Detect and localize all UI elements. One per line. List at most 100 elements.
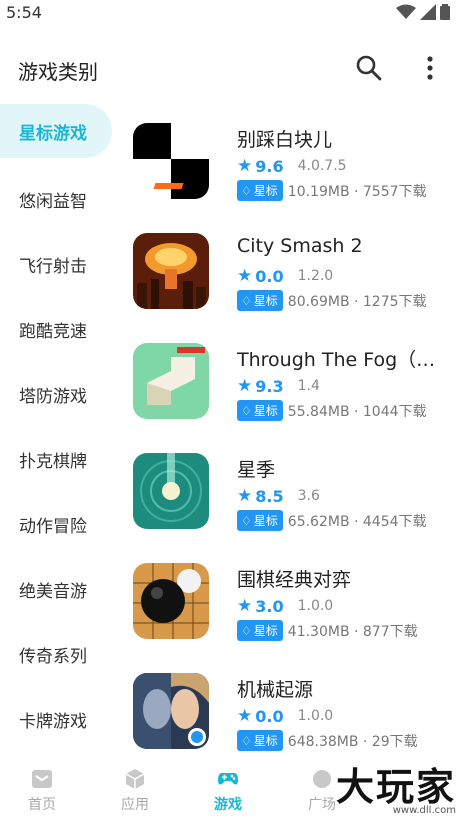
more-options-button[interactable]: [418, 54, 442, 82]
diamond-icon: ♢: [241, 623, 252, 638]
home-icon: [32, 770, 52, 788]
starred-badge: ♢ 星标: [237, 180, 283, 201]
tab-label: 广场: [308, 797, 336, 813]
badge-label: 星标: [253, 624, 278, 638]
app-meta: ♢ 星标 41.30MB · 877下载: [237, 620, 418, 641]
sidebar-item-music[interactable]: 绝美音游: [0, 559, 120, 624]
star-season-icon[interactable]: [133, 453, 209, 529]
sidebar-item-label: 动作冒险: [19, 517, 87, 537]
plaza-icon: [313, 770, 331, 788]
list-item[interactable]: 星季 ★ 8.5 3.6 ♢ 星标 65.62MB · 4454下载: [122, 441, 458, 551]
app-version: 1.0.0: [297, 708, 334, 724]
diamond-icon: ♢: [241, 513, 252, 528]
sidebar-item-label: 悠闲益智: [19, 192, 87, 212]
diamond-icon: ♢: [241, 183, 252, 198]
status-time: 5:54: [6, 3, 42, 22]
list-item[interactable]: 机械起源 ★ 0.0 1.0.0 ♢ 星标 648.38MB · 29下载: [122, 661, 458, 771]
app-list: 别踩白块儿 ★ 9.6 4.0.7.5 ♢ 星标 10.19MB · 7557下载 Ci…: [122, 111, 458, 771]
tab-home[interactable]: 首页: [2, 768, 82, 814]
sidebar-item-label: 跑酷竞速: [19, 322, 87, 342]
app-score: 8.5: [255, 486, 284, 506]
list-item[interactable]: 别踩白块儿 ★ 9.6 4.0.7.5 ♢ 星标 10.19MB · 7557下载: [122, 111, 458, 221]
star-icon: ★: [237, 706, 253, 726]
badge-label: 星标: [253, 734, 278, 748]
battery-icon: [440, 4, 450, 20]
sidebar-item-label: 星标游戏: [19, 124, 87, 144]
sidebar-item-card-board[interactable]: 扑克棋牌: [0, 429, 120, 494]
search-icon: [356, 55, 382, 81]
list-item[interactable]: City Smash 2 ★ 0.0 1.2.0 ♢ 星标 80.69MB · 1275…: [122, 221, 458, 331]
tab-games[interactable]: 游戏: [188, 768, 268, 814]
app-version: 1.4: [297, 378, 320, 394]
starred-badge: ♢ 星标: [237, 290, 283, 311]
app-version: 1.2.0: [297, 268, 334, 284]
sidebar-item-label: 绝美音游: [19, 582, 87, 602]
app-name: 星季: [237, 459, 276, 481]
app-rating: ★ 0.0 1.2.0: [237, 266, 333, 286]
app-version: 1.0.0: [297, 598, 334, 614]
search-button[interactable]: [355, 54, 383, 82]
category-sidebar: 星标游戏 悠闲益智 飞行射击 跑酷竞速 塔防游戏 扑克棋牌 动作冒险 绝美音游 …: [0, 104, 120, 754]
sidebar-item-label: 传奇系列: [19, 647, 87, 667]
mech-origin-icon[interactable]: [133, 673, 209, 749]
more-vert-icon: [427, 56, 433, 80]
sidebar-item-label: 飞行射击: [19, 257, 87, 277]
badge-label: 星标: [253, 404, 278, 418]
watermark-logo: 大玩家 www.dll.com: [336, 756, 456, 816]
app-header: 游戏类别: [0, 44, 458, 90]
app-meta: ♢ 星标 10.19MB · 7557下载: [237, 180, 427, 201]
sidebar-item-starred[interactable]: 星标游戏: [0, 104, 112, 158]
diamond-icon: ♢: [241, 733, 252, 748]
app-score: 9.6: [255, 156, 284, 176]
sidebar-item-tower-defense[interactable]: 塔防游戏: [0, 364, 120, 429]
piano-tiles-icon[interactable]: [133, 123, 209, 199]
apps-cube-icon: [125, 769, 145, 789]
app-name: Through The Fog（穿越迷雾）: [237, 349, 452, 371]
go-game-icon[interactable]: [133, 563, 209, 639]
tab-label: 应用: [121, 797, 149, 813]
sidebar-item-racing[interactable]: 跑酷竞速: [0, 299, 120, 364]
app-score: 0.0: [255, 706, 284, 726]
app-version: 4.0.7.5: [297, 158, 347, 174]
app-rating: ★ 9.6 4.0.7.5: [237, 156, 347, 176]
tab-apps[interactable]: 应用: [95, 768, 175, 814]
badge-label: 星标: [253, 184, 278, 198]
sidebar-item-casual[interactable]: 悠闲益智: [0, 169, 120, 234]
app-rating: ★ 9.3 1.4: [237, 376, 320, 396]
app-info: 10.19MB · 7557下载: [287, 183, 427, 200]
list-item[interactable]: 围棋经典对弈 ★ 3.0 1.0.0 ♢ 星标 41.30MB · 877下载: [122, 551, 458, 661]
starred-badge: ♢ 星标: [237, 510, 283, 531]
app-rating: ★ 8.5 3.6: [237, 486, 320, 506]
app-name: 围棋经典对弈: [237, 569, 352, 591]
status-bar: 5:54: [0, 0, 458, 28]
tab-label: 首页: [28, 797, 56, 813]
starred-badge: ♢ 星标: [237, 400, 283, 421]
signal-icon: [420, 4, 436, 20]
app-score: 0.0: [255, 266, 284, 286]
app-info: 65.62MB · 4454下载: [287, 513, 427, 530]
app-score: 9.3: [255, 376, 284, 396]
wifi-icon: [396, 4, 416, 19]
city-smash-icon[interactable]: [133, 233, 209, 309]
sidebar-item-shooting[interactable]: 飞行射击: [0, 234, 120, 299]
tab-label: 游戏: [214, 797, 242, 813]
app-info: 80.69MB · 1275下载: [287, 293, 427, 310]
star-icon: ★: [237, 266, 253, 286]
app-meta: ♢ 星标 80.69MB · 1275下载: [237, 290, 427, 311]
badge-label: 星标: [253, 294, 278, 308]
sidebar-item-action[interactable]: 动作冒险: [0, 494, 120, 559]
through-fog-icon[interactable]: [133, 343, 209, 419]
sidebar-item-legend[interactable]: 传奇系列: [0, 624, 120, 689]
app-rating: ★ 0.0 1.0.0: [237, 706, 333, 726]
app-info: 41.30MB · 877下载: [287, 623, 418, 640]
app-info: 55.84MB · 1044下载: [287, 403, 427, 420]
sidebar-item-label: 扑克棋牌: [19, 452, 87, 472]
starred-badge: ♢ 星标: [237, 620, 283, 641]
app-rating: ★ 3.0 1.0.0: [237, 596, 333, 616]
app-name: 机械起源: [237, 679, 314, 701]
list-item[interactable]: Through The Fog（穿越迷雾） ★9.31.4 ♢星标55.84MB…: [122, 331, 458, 441]
star-icon: ★: [237, 486, 253, 506]
sidebar-item-cards[interactable]: 卡牌游戏: [0, 689, 120, 754]
diamond-icon: ♢: [241, 293, 252, 308]
app-score: 3.0: [255, 596, 284, 616]
